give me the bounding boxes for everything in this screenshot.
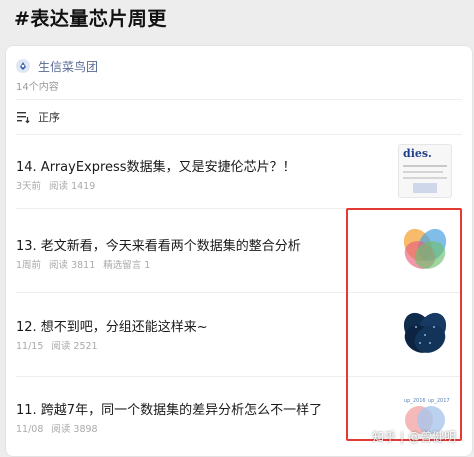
watermark-separator: | [400,429,405,444]
article-item[interactable]: 14. ArrayExpress数据集，又是安捷伦芯片？！ 3天前 阅读 1419… [6,134,472,214]
sort-label: 正序 [38,111,60,124]
content-count: 14个内容 [16,82,59,93]
account-name[interactable]: 生信菜鸟团 [38,58,98,75]
account-logo-icon [16,59,30,73]
article-title[interactable]: 12. 想不到吧，分组还能这样来~ [16,316,208,335]
account-row[interactable]: 生信菜鸟团 [16,56,98,76]
sort-toggle[interactable]: 正序 [16,109,60,125]
article-meta: 1周前 阅读 3811 精选留言 1 [16,257,158,271]
article-title[interactable]: 14. ArrayExpress数据集，又是安捷伦芯片？！ [16,156,296,175]
article-reads: 阅读 2521 [51,341,98,352]
article-title[interactable]: 13. 老文新看，今天来看看两个数据集的整合分析 [16,235,301,254]
page-title: #表达量芯片周更 [14,8,167,30]
article-reads: 阅读 1419 [49,181,96,192]
sort-list-icon [17,112,30,124]
article-date: 1周前 [16,260,42,271]
paper-page-thumbnail[interactable]: dies. [398,144,452,198]
article-reads: 阅读 3811 [49,260,96,271]
thumbnail-heading: dies. [403,147,432,160]
article-meta: 3天前 阅读 1419 [16,178,103,192]
article-reads: 阅读 3898 [51,424,98,435]
article-date: 11/15 [16,341,44,352]
article-meta: 11/15 阅读 2521 [16,338,106,352]
watermark-brand: 知乎 [372,430,397,444]
watermark-author: @曾健明 [408,430,457,444]
highlight-box [346,208,462,441]
article-comments: 精选留言 1 [103,260,151,271]
article-meta: 11/08 阅读 3898 [16,421,106,435]
article-date: 11/08 [16,424,44,435]
divider [16,99,462,100]
watermark: 知乎 | @曾健明 [372,428,456,445]
article-date: 3天前 [16,181,42,192]
article-title[interactable]: 11. 跨越7年，同一个数据集的差异分析怎么不一样了 [16,399,322,418]
